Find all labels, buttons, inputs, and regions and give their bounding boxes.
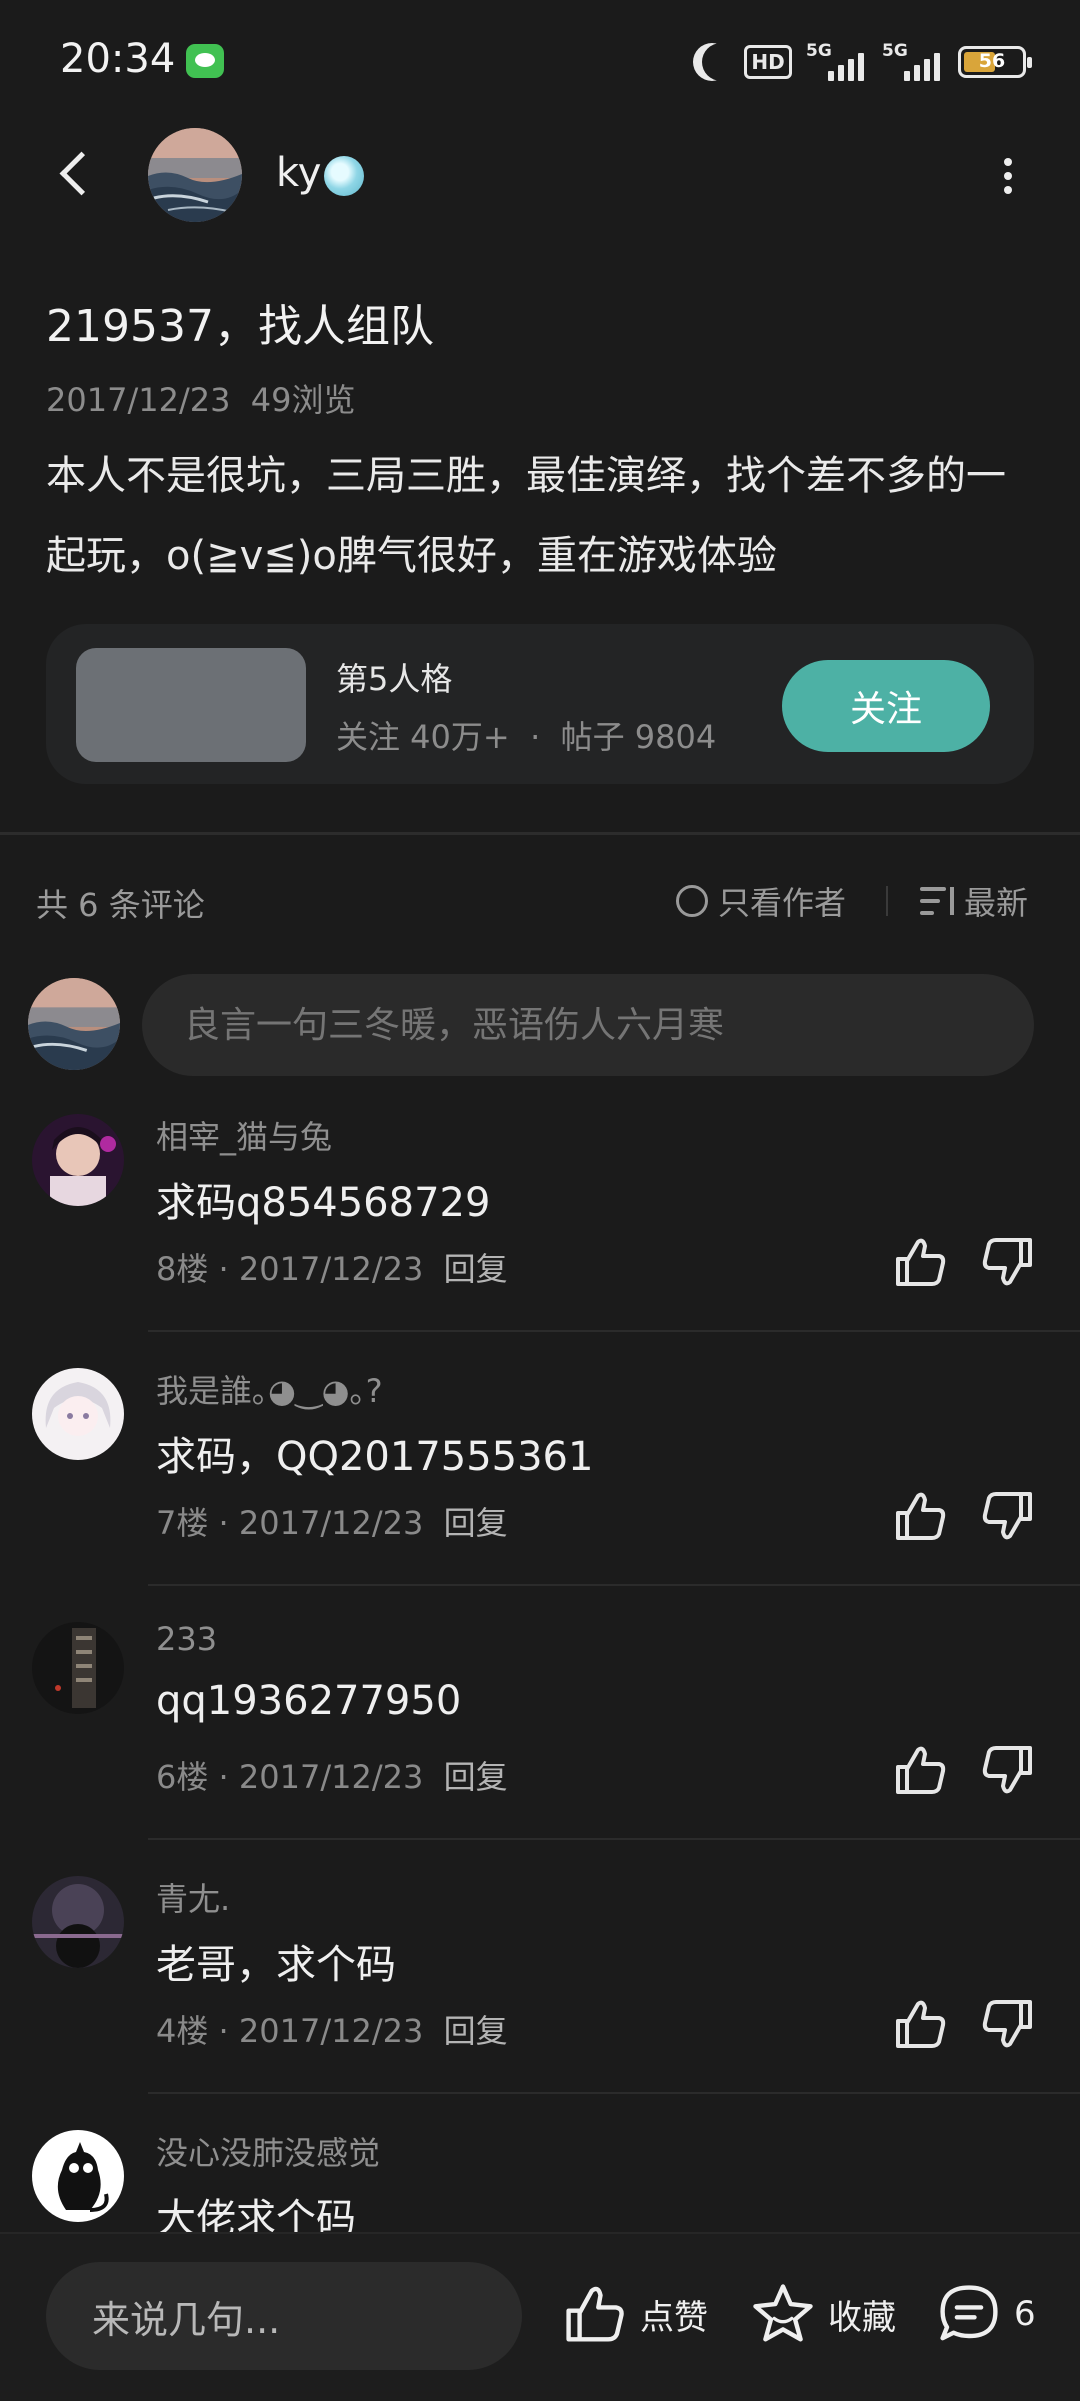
battery-level: 56 [978, 50, 1006, 72]
thumbs-down-icon[interactable] [978, 1994, 1038, 2054]
comment-count-badge: 6 [1014, 2294, 1036, 2334]
comment-meta: 7楼 · 2017/12/23 回复 [156, 1504, 508, 1542]
commenter-name[interactable]: 没心没肺没感觉 [156, 2128, 380, 2174]
comment-meta: 6楼 · 2017/12/23 回复 [156, 1758, 508, 1796]
reply-button[interactable]: 回复 [444, 1758, 508, 1796]
comment-divider [148, 1838, 1080, 1840]
sort-icon [920, 885, 954, 917]
post-title: 219537，找人组队 [46, 301, 434, 352]
like-button[interactable]: 点赞 [562, 2274, 708, 2354]
reply-button[interactable]: 回复 [444, 2012, 508, 2050]
game-card[interactable]: 第5人格 关注 40万+ · 帖子 9804 关注 [46, 624, 1034, 784]
commenter-avatar[interactable] [32, 1876, 124, 1968]
back-button[interactable] [50, 144, 106, 206]
comment-input[interactable] [142, 974, 1034, 1076]
hd-voice-icon: HD [744, 45, 792, 79]
quick-comment-input[interactable]: 来说几句... [46, 2262, 522, 2370]
thumbs-down-icon[interactable] [978, 1740, 1038, 1800]
post-body: 本人不是很坑，三局三胜，最佳演绎，找个差不多的一起玩，o(≧v≦)o脾气很好，重… [46, 453, 1006, 579]
only-author-label: 只看作者 [718, 884, 847, 922]
comment-item[interactable]: 我是誰｡◕‿◕｡? 求码，QQ2017555361 7楼 · 2017/12/2… [0, 1366, 1080, 1620]
comment-divider [148, 1584, 1080, 1586]
status-time: 20:34 [60, 36, 176, 82]
section-divider [0, 832, 1080, 835]
my-avatar [28, 978, 120, 1070]
comment-item[interactable]: 相宰_猫与兔 求码q854568729 8楼 · 2017/12/23 回复 [0, 1112, 1080, 1366]
comment-text: 求码，QQ2017555361 [156, 1434, 594, 1480]
stats-separator: · [530, 718, 541, 756]
commenter-name[interactable]: 我是誰｡◕‿◕｡? [156, 1366, 383, 1412]
author-name[interactable]: ky [276, 150, 321, 196]
follow-button[interactable]: 关注 [782, 660, 990, 752]
status-icons: HD 5G 5G 56 [692, 40, 1032, 84]
comment-divider [148, 2092, 1080, 2094]
commenter-name[interactable]: 233 [156, 1620, 217, 1658]
battery-icon: 56 [958, 46, 1032, 78]
thumbs-up-icon [566, 2286, 624, 2342]
comment-meta: 4楼 · 2017/12/23 回复 [156, 2012, 508, 2050]
signal-icon-sim1: 5G [806, 41, 868, 83]
thumbs-down-icon[interactable] [978, 1486, 1038, 1546]
commenter-name[interactable]: 青尢. [156, 1874, 230, 1920]
commenter-avatar[interactable] [32, 2130, 124, 2222]
post-views: 49浏览 [250, 381, 356, 419]
author-avatar[interactable] [148, 128, 242, 222]
commenter-name[interactable]: 相宰_猫与兔 [156, 1112, 332, 1158]
sort-label: 最新 [964, 884, 1029, 922]
radio-circle-icon [676, 885, 708, 917]
post-date: 2017/12/23 [46, 381, 231, 419]
comment-divider [148, 1330, 1080, 1332]
thumbs-down-icon[interactable] [978, 1232, 1038, 1292]
sort-button[interactable]: 最新 [920, 878, 1028, 924]
game-stats: 关注 40万+ · 帖子 9804 [336, 712, 716, 758]
comment-text: 求码q854568729 [156, 1180, 491, 1226]
thumbs-up-icon[interactable] [890, 1740, 950, 1800]
comment-floor: 8楼 [156, 1250, 209, 1288]
thumbs-up-icon[interactable] [890, 1232, 950, 1292]
commenter-avatar[interactable] [32, 1368, 124, 1460]
more-options-button[interactable] [984, 150, 1028, 202]
game-posts: 帖子 9804 [560, 718, 717, 756]
comment-text: qq1936277950 [156, 1678, 462, 1724]
star-icon [753, 2284, 813, 2342]
commenter-avatar[interactable] [32, 1622, 124, 1714]
only-author-toggle[interactable]: 只看作者 [676, 878, 846, 924]
comments-button[interactable]: 6 [936, 2274, 1036, 2354]
signal-icon-sim2: 5G [882, 41, 944, 83]
comment-floor: 6楼 [156, 1758, 209, 1796]
do-not-disturb-icon [702, 43, 740, 81]
game-followers: 关注 40万+ [336, 718, 510, 756]
post-meta: 2017/12/23 49浏览 [46, 375, 356, 421]
header-separator [886, 886, 888, 916]
favorite-label: 收藏 [828, 2297, 896, 2338]
comment-item[interactable]: 233 qq1936277950 6楼 · 2017/12/23 回复 [0, 1620, 1080, 1874]
reply-button[interactable]: 回复 [444, 1250, 508, 1288]
like-label: 点赞 [640, 2297, 708, 2338]
wechat-notification-icon [186, 44, 224, 78]
comment-item[interactable]: 青尢. 老哥，求个码 4楼 · 2017/12/23 回复 [0, 1874, 1080, 2128]
comment-text: 老哥，求个码 [156, 1942, 396, 1988]
top-nav: ky [0, 120, 1080, 230]
comment-date: 2017/12/23 [238, 1758, 424, 1796]
comment-date: 2017/12/23 [238, 1504, 424, 1542]
comment-date: 2017/12/23 [238, 1250, 424, 1288]
comment-floor: 4楼 [156, 2012, 209, 2050]
game-thumbnail [76, 648, 306, 762]
reply-button[interactable]: 回复 [444, 1504, 508, 1542]
comment-meta: 8楼 · 2017/12/23 回复 [156, 1250, 508, 1288]
verified-badge-icon [324, 156, 364, 196]
commenter-avatar[interactable] [32, 1114, 124, 1206]
status-bar: 20:34 HD 5G 5G 56 [0, 0, 1080, 120]
comment-floor: 7楼 [156, 1504, 209, 1542]
thumbs-up-icon[interactable] [890, 1994, 950, 2054]
game-name: 第5人格 [336, 660, 453, 698]
favorite-button[interactable]: 收藏 [750, 2274, 896, 2354]
comment-date: 2017/12/23 [238, 2012, 424, 2050]
comment-bubble-icon [940, 2285, 998, 2341]
thumbs-up-icon[interactable] [890, 1486, 950, 1546]
bottom-action-bar: 来说几句... 点赞 收藏 6 [0, 2232, 1080, 2401]
comment-count: 共 6 条评论 [36, 886, 205, 924]
